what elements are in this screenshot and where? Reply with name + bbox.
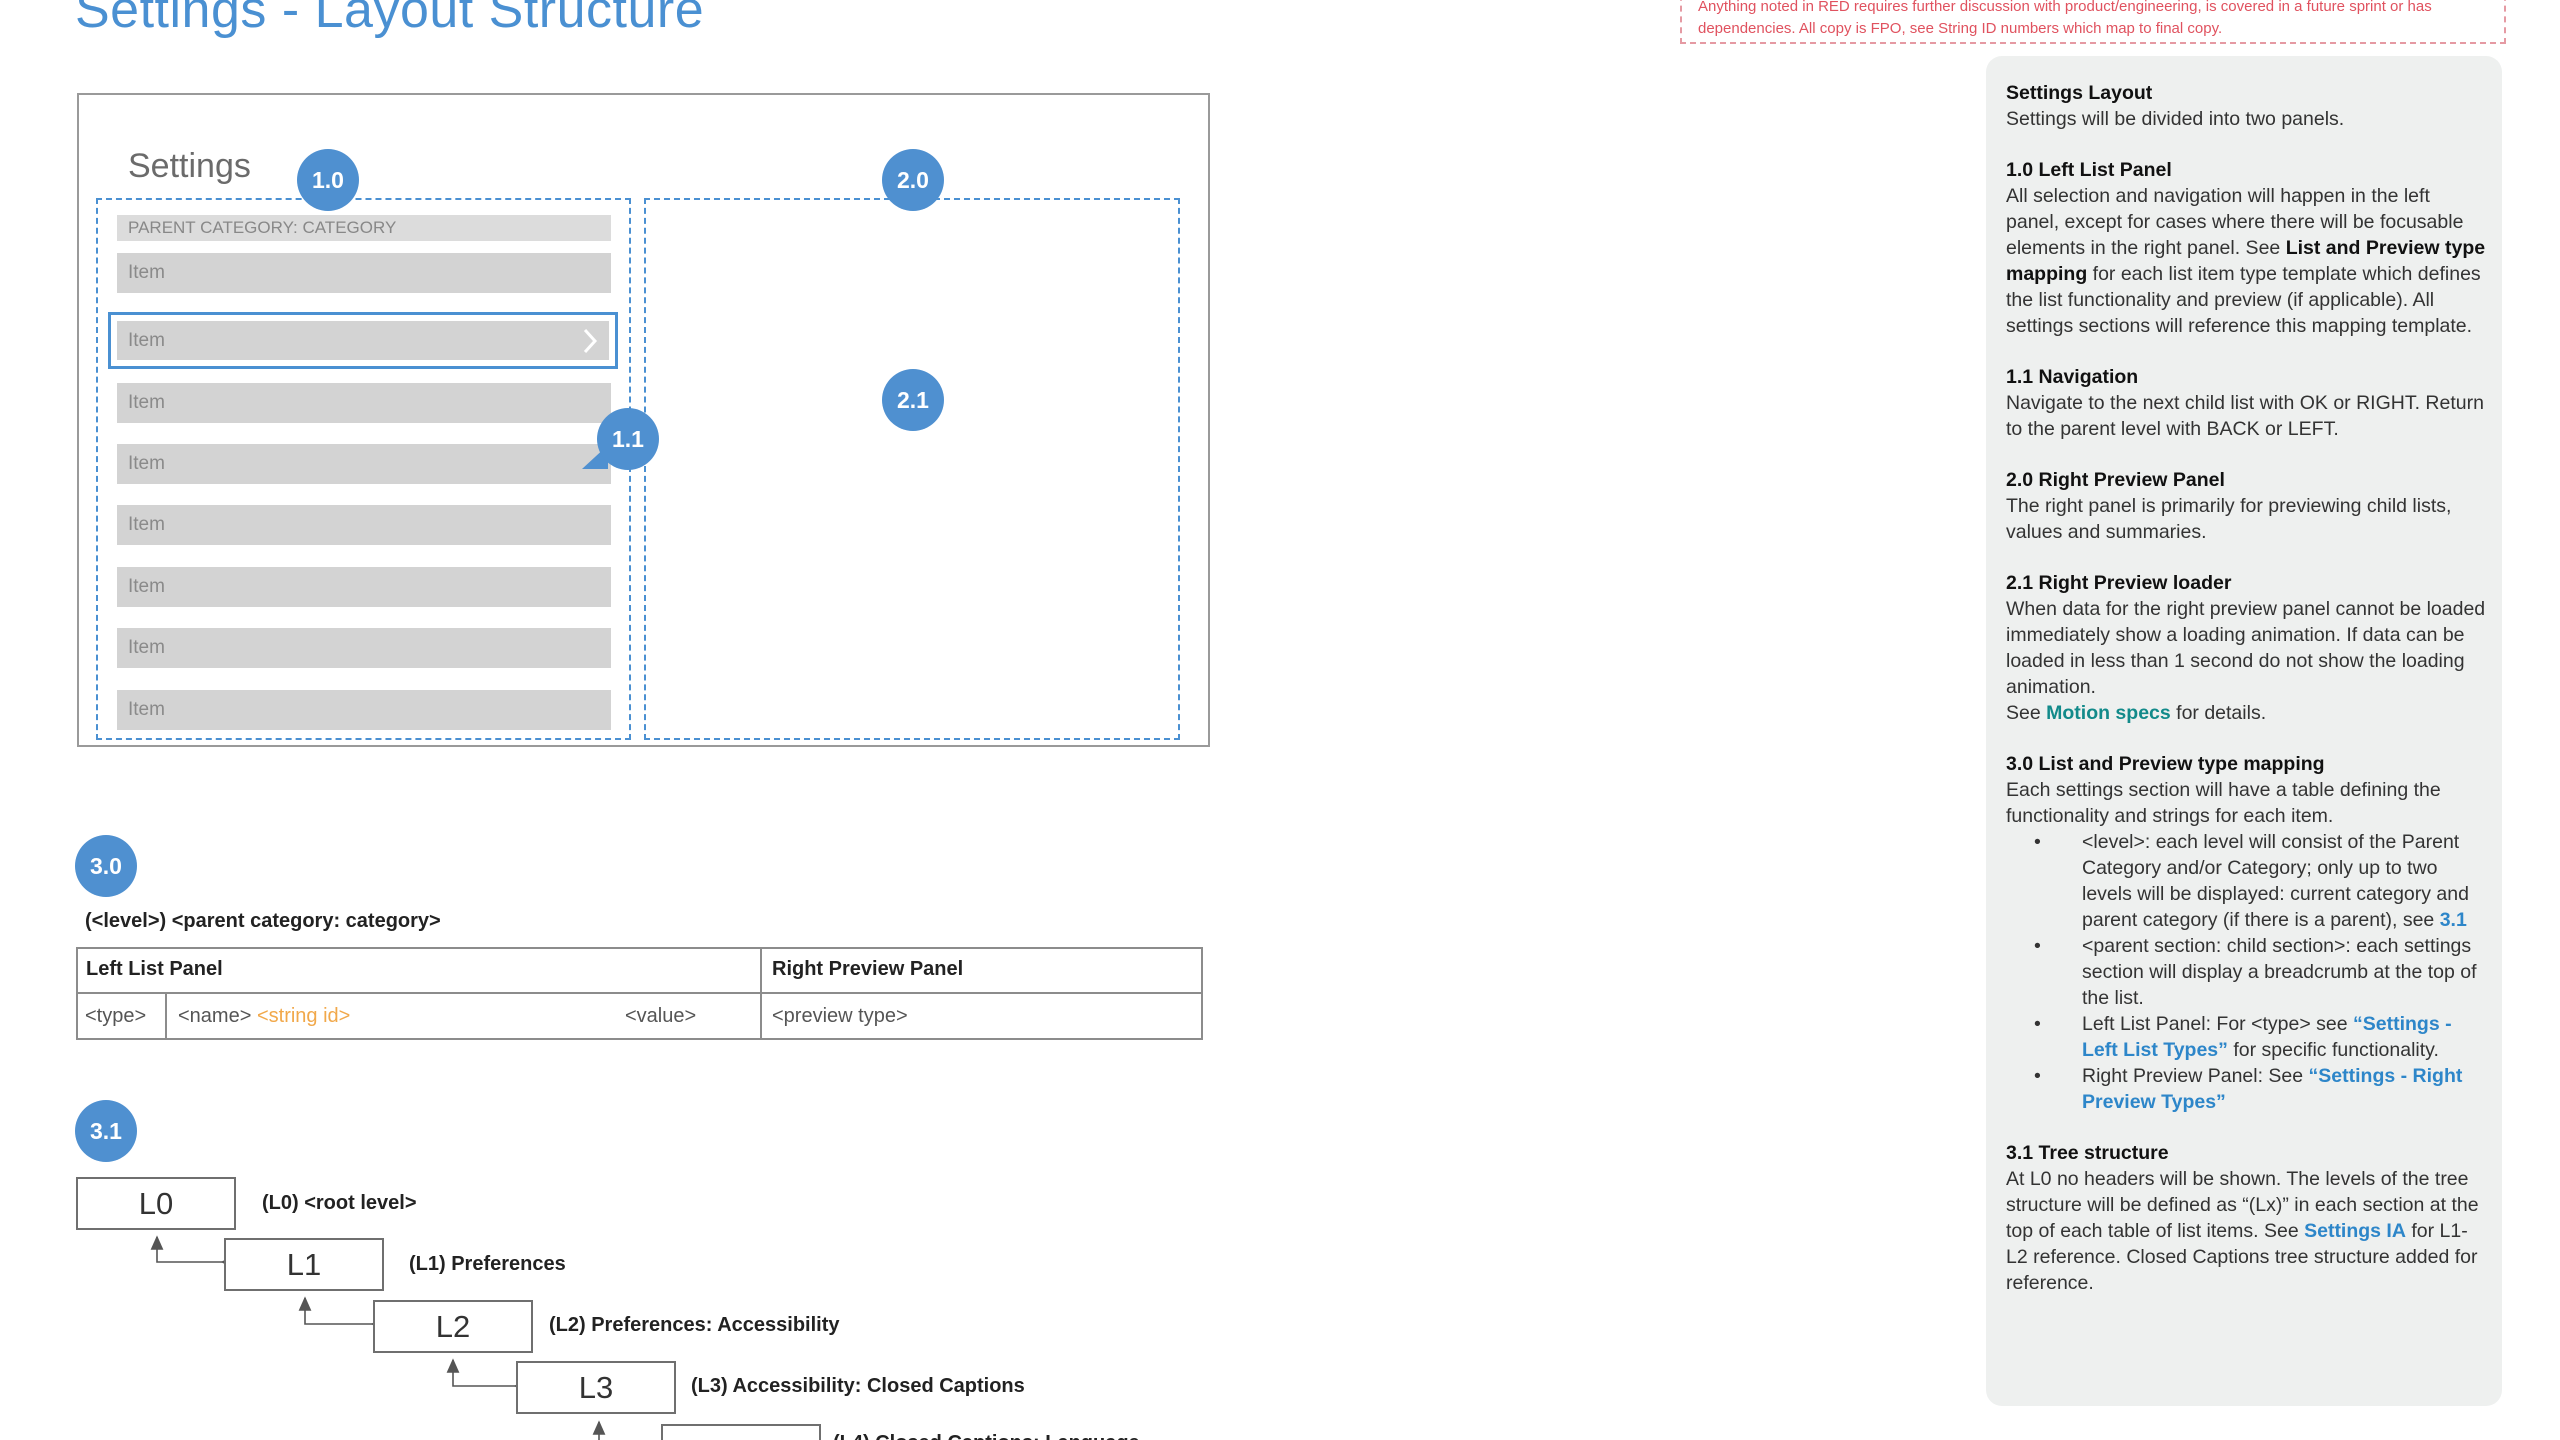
desc-right-preview-panel: 2.0 Right Preview Panel The right panel … xyxy=(2006,467,2488,545)
section-heading: 1.0 Left List Panel xyxy=(2006,159,2172,181)
tree-label-l1: (L1) Preferences xyxy=(409,1253,566,1275)
desc-right-preview-loader: 2.1 Right Preview loader When data for t… xyxy=(2006,570,2488,726)
tree-label-l0: (L0) <root level> xyxy=(262,1192,417,1214)
section-heading: Settings Layout xyxy=(2006,82,2153,104)
section-body: At L0 no headers will be shown. The leve… xyxy=(2006,1168,2479,1294)
section-body: When data for the right preview panel ca… xyxy=(2006,598,2486,698)
settings-ia-link[interactable]: Settings IA xyxy=(2304,1220,2406,1242)
desc-settings-layout: Settings Layout Settings will be divided… xyxy=(2006,80,2488,132)
tree-node-l2: L2 xyxy=(373,1300,533,1353)
tree-node-l1: L1 xyxy=(224,1238,384,1291)
list-item: Left List Panel: For <type> see “Setting… xyxy=(2006,1011,2488,1063)
mapping-bullets: <level>: each level will consist of the … xyxy=(2006,829,2488,1115)
tree-structure-link[interactable]: 3.1 xyxy=(2440,909,2467,931)
tree-label-l4: (L4) Closed Captions: Language xyxy=(833,1432,1140,1440)
tree-label-l2: (L2) Preferences: Accessibility xyxy=(549,1314,840,1336)
section-body: Each settings section will have a table … xyxy=(2006,779,2441,827)
motion-specs-link[interactable]: Motion specs xyxy=(2046,702,2171,724)
section-body: Settings will be divided into two panels… xyxy=(2006,108,2345,130)
list-item: Right Preview Panel: See “Settings - Rig… xyxy=(2006,1063,2488,1115)
tree-node-l0: L0 xyxy=(76,1177,236,1230)
list-item: <parent section: child section>: each se… xyxy=(2006,933,2488,1011)
section-heading: 3.1 Tree structure xyxy=(2006,1142,2169,1164)
section-heading: 1.1 Navigation xyxy=(2006,366,2139,388)
tree-node-l3: L3 xyxy=(516,1361,676,1414)
desc-left-list-panel: 1.0 Left List Panel All selection and na… xyxy=(2006,157,2488,339)
section-body: See Motion specs for details. xyxy=(2006,702,2267,724)
list-item: <level>: each level will consist of the … xyxy=(2006,829,2488,933)
section-heading: 3.0 List and Preview type mapping xyxy=(2006,753,2325,775)
section-heading: 2.0 Right Preview Panel xyxy=(2006,469,2225,491)
desc-navigation: 1.1 Navigation Navigate to the next chil… xyxy=(2006,364,2488,442)
section-heading: 2.1 Right Preview loader xyxy=(2006,572,2232,594)
section-body: The right panel is primarily for preview… xyxy=(2006,495,2452,543)
section-body: All selection and navigation will happen… xyxy=(2006,185,2486,337)
description-panel: Settings Layout Settings will be divided… xyxy=(1986,56,2502,1406)
tree-label-l3: (L3) Accessibility: Closed Captions xyxy=(691,1375,1025,1397)
section-body: Navigate to the next child list with OK … xyxy=(2006,392,2484,440)
tree-node-l4 xyxy=(661,1424,821,1440)
desc-type-mapping: 3.0 List and Preview type mapping Each s… xyxy=(2006,751,2488,1115)
desc-tree-structure: 3.1 Tree structure At L0 no headers will… xyxy=(2006,1140,2488,1296)
